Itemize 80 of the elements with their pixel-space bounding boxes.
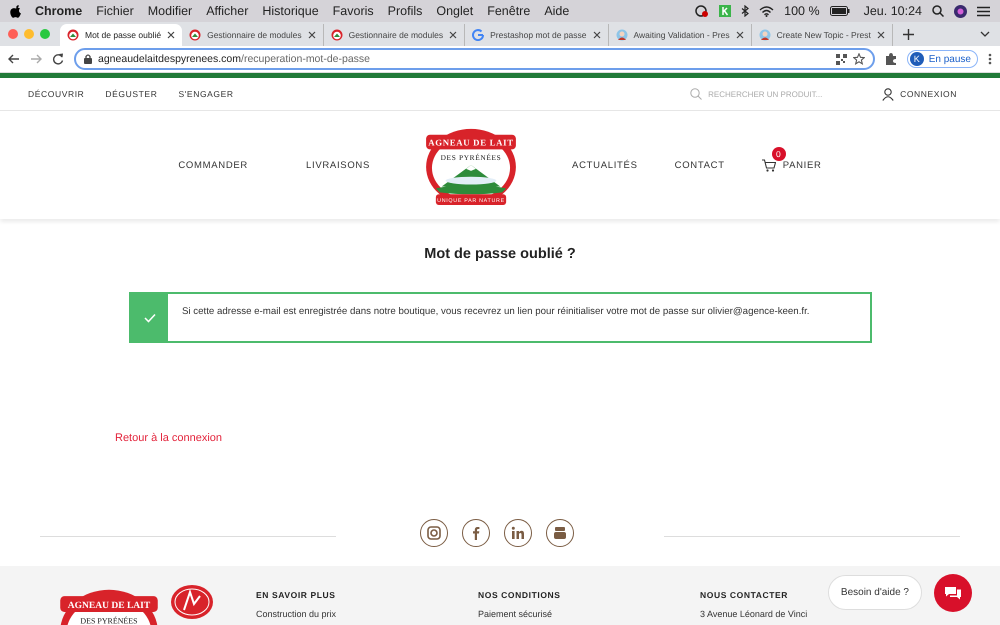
address-bar[interactable]: agneaudelaitdespyrenees.com/recuperation-mot-de-passe bbox=[74, 48, 875, 70]
control-center-icon bbox=[977, 6, 990, 16]
menu-item[interactable]: Profils bbox=[388, 4, 422, 18]
user-icon bbox=[882, 88, 894, 100]
k-app-icon bbox=[719, 5, 732, 17]
close-icon bbox=[876, 31, 885, 39]
top-nav-link[interactable]: S'ENGAGER bbox=[178, 89, 234, 99]
more-icon bbox=[988, 53, 992, 65]
footer-heading: EN SAVOIR PLUS bbox=[256, 590, 336, 600]
star-icon bbox=[852, 53, 865, 65]
social-button[interactable] bbox=[504, 519, 532, 547]
menubar-clock: Jeu. 10:24 bbox=[864, 4, 922, 18]
main-nav-link[interactable]: LIVRAISONS bbox=[306, 160, 370, 170]
top-nav-link[interactable]: DÉCOUVRIR bbox=[28, 89, 84, 99]
browser-tab[interactable]: Mot de passe oublié bbox=[60, 24, 182, 46]
footer-heading: NOS CONDITIONS bbox=[478, 590, 561, 600]
help-bubble[interactable]: Besoin d'aide ? bbox=[828, 575, 922, 610]
menu-item[interactable]: Historique bbox=[262, 4, 319, 18]
footer-link[interactable]: Construction du prix bbox=[256, 609, 336, 619]
menu-item[interactable]: Favoris bbox=[332, 4, 374, 18]
search-icon bbox=[690, 88, 702, 100]
menu-item[interactable]: Onglet bbox=[436, 4, 474, 18]
wifi-icon bbox=[759, 6, 774, 16]
login-link[interactable]: CONNEXION bbox=[900, 89, 957, 99]
page-title: Mot de passe oublié ? bbox=[423, 245, 577, 262]
chat-button[interactable] bbox=[934, 574, 972, 612]
check-icon bbox=[144, 312, 156, 322]
close-icon bbox=[449, 31, 458, 39]
avatar-icon bbox=[616, 29, 628, 41]
footer-link[interactable]: Paiement sécurisé bbox=[478, 609, 552, 619]
favicon-icon bbox=[330, 29, 343, 41]
main-nav-link[interactable]: ACTUALITÉS bbox=[572, 160, 638, 170]
extensions-icon bbox=[884, 53, 897, 65]
url-path: /recuperation-mot-de-passe bbox=[241, 53, 370, 65]
close-icon bbox=[167, 31, 176, 39]
url-domain: agneaudelaitdespyrenees.com bbox=[98, 53, 242, 65]
reload-icon bbox=[52, 53, 64, 65]
instagram-icon bbox=[427, 526, 441, 540]
menu-item[interactable]: Modifier bbox=[148, 4, 192, 18]
youtube-icon bbox=[553, 526, 567, 540]
battery-percent: 100 % bbox=[784, 4, 820, 18]
linkedin-icon bbox=[511, 526, 525, 540]
search-icon bbox=[932, 5, 944, 17]
favicon-icon bbox=[67, 29, 79, 41]
top-nav-link[interactable]: DÉGUSTER bbox=[105, 89, 158, 99]
favicon-icon bbox=[189, 29, 202, 41]
avatar-icon bbox=[758, 29, 771, 41]
close-icon bbox=[592, 31, 600, 39]
cart-icon bbox=[762, 158, 776, 172]
apple-icon bbox=[10, 4, 21, 18]
new-tab-icon bbox=[902, 28, 914, 40]
profile-button[interactable]: K En pause bbox=[906, 50, 978, 68]
main-nav-link[interactable]: COMMANDER bbox=[178, 160, 248, 170]
close-icon bbox=[736, 31, 744, 39]
chevron-down-icon bbox=[980, 31, 990, 37]
battery-icon bbox=[830, 6, 850, 16]
menu-item[interactable]: Afficher bbox=[206, 4, 248, 18]
menu-item[interactable]: Aide bbox=[544, 4, 570, 18]
forward-icon bbox=[30, 54, 42, 64]
lock-icon bbox=[84, 54, 92, 64]
footer-link[interactable]: 3 Avenue Léonard de Vinci bbox=[700, 609, 808, 619]
footer-heading: NOUS CONTACTER bbox=[700, 590, 788, 600]
cart-count: 0 bbox=[772, 146, 786, 160]
menu-item[interactable]: Fenêtre bbox=[487, 4, 530, 18]
cart-link[interactable]: PANIER bbox=[782, 160, 822, 170]
social-button[interactable] bbox=[420, 519, 448, 547]
alert-message: Si cette adresse e-mail est enregistrée dans notre boutique, vous recevrez un lien pour réinitialiser votre mot de passe sur olivier@agence-keen.fr. bbox=[181, 305, 810, 319]
google-icon bbox=[472, 29, 484, 41]
bluetooth-icon bbox=[741, 5, 750, 17]
app-menu[interactable]: Chrome bbox=[35, 4, 82, 18]
back-icon bbox=[8, 54, 20, 64]
qr-code-icon bbox=[836, 54, 847, 64]
chat-icon bbox=[944, 586, 962, 600]
search-field[interactable]: RECHERCHER UN PRODUIT... bbox=[708, 90, 848, 98]
back-to-login-link[interactable]: Retour à la connexion bbox=[115, 432, 222, 444]
main-nav-link[interactable]: CONTACT bbox=[674, 160, 725, 170]
menu-item[interactable]: Fichier bbox=[96, 4, 134, 18]
close-icon bbox=[308, 31, 316, 39]
social-button[interactable] bbox=[546, 519, 574, 547]
social-button[interactable] bbox=[462, 519, 490, 547]
